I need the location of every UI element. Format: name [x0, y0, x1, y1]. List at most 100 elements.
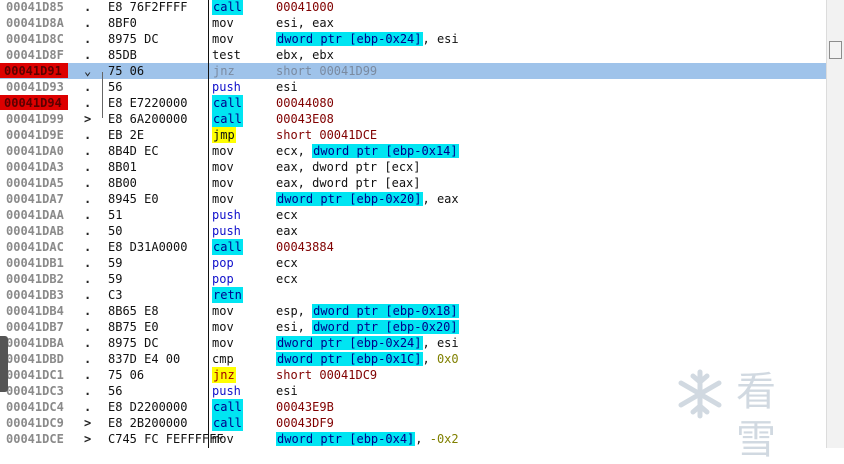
- flow-marker: .: [84, 48, 92, 62]
- operand-text: ,: [422, 352, 437, 366]
- jump-target[interactable]: short 00041DC9: [276, 368, 377, 382]
- address[interactable]: 00041DAC: [4, 239, 66, 254]
- address[interactable]: 00041DB1: [4, 255, 66, 270]
- code-line[interactable]: 00041DBD. 837D E4 00 cmp dword ptr [ebp-0x1…: [0, 351, 826, 367]
- code-line[interactable]: 00041DAB. 50 push eax: [0, 223, 826, 239]
- code-line[interactable]: 00041DBA. 8975 DC mov dword ptr [ebp-0x24],…: [0, 335, 826, 351]
- address[interactable]: 00041DC4: [4, 399, 66, 414]
- opcode-bytes: 56: [108, 384, 123, 398]
- flow-marker: .: [84, 368, 92, 382]
- address[interactable]: 00041DBD: [4, 351, 66, 366]
- operands: ecx, dword ptr [ebp-0x14]: [276, 143, 459, 159]
- breakpoint-address[interactable]: 00041D94: [0, 95, 68, 110]
- address[interactable]: 00041DB7: [4, 319, 66, 334]
- scrollbar-thumb[interactable]: [829, 41, 842, 59]
- code-line[interactable]: 00041DB7. 8B75 E0 mov esi, dword ptr [ebp-0…: [0, 319, 826, 335]
- code-line[interactable]: 00041D8C. 8975 DC mov dword ptr [ebp-0x24],…: [0, 31, 826, 47]
- address[interactable]: 00041DBA: [4, 335, 66, 350]
- code-line[interactable]: 00041DA5. 8B00 mov eax, dword ptr [eax]: [0, 175, 826, 191]
- address[interactable]: 00041DA0: [4, 143, 66, 158]
- jump-target[interactable]: 00043DF9: [276, 416, 334, 430]
- address[interactable]: 00041DB3: [4, 287, 66, 302]
- jump-target[interactable]: 00043884: [276, 240, 334, 254]
- code-line[interactable]: 00041DCE > C745 FC FEFFFFFF mov dword ptr [e…: [0, 431, 826, 447]
- jump-target[interactable]: 00043E08: [276, 112, 334, 126]
- code-line[interactable]: 00041DC3. 56 push esi: [0, 383, 826, 399]
- disassembly-listing[interactable]: 00041D85. E8 76F2FFFF call 00041000 00041D8A…: [0, 0, 826, 447]
- memory-operand: dword ptr [ebp-0x24]: [276, 32, 423, 46]
- operands: ecx: [276, 207, 298, 223]
- code-line[interactable]: 00041D99 > E8 6A200000 call 00043E08: [0, 111, 826, 127]
- code-line[interactable]: 00041DC4. E8 D2200000 call 00043E9B: [0, 399, 826, 415]
- code-line[interactable]: 00041DB4. 8B65 E8 mov esp, dword ptr [ebp-0…: [0, 303, 826, 319]
- code-line[interactable]: 00041DC1. 75 06 jnz short 00041DC9: [0, 367, 826, 383]
- operand-text: esi, eax: [276, 16, 334, 30]
- mnemonic: pop: [212, 272, 234, 286]
- address[interactable]: 00041D99: [4, 111, 66, 126]
- opcode-bytes: 837D E4 00: [108, 352, 181, 366]
- opcode-bytes: E8 6A200000: [108, 112, 188, 126]
- address[interactable]: 00041DC3: [4, 383, 66, 398]
- opcode-bytes: C745 FC FEFFFFFF: [108, 432, 224, 446]
- code-line[interactable]: 00041D94. E8 E7220000 call 00044080: [0, 95, 826, 111]
- address[interactable]: 00041DAA: [4, 207, 66, 222]
- jump-target[interactable]: 00041000: [276, 0, 334, 14]
- flow-marker: .: [84, 352, 92, 366]
- flow-marker: >: [84, 416, 92, 430]
- address[interactable]: 00041DCE: [4, 431, 66, 446]
- mnemonic: mov: [212, 144, 234, 158]
- opcode-bytes: 8975 DC: [108, 32, 159, 46]
- address[interactable]: 00041DAB: [4, 223, 66, 238]
- code-line[interactable]: 00041DA7. 8945 E0 mov dword ptr [ebp-0x20],…: [0, 191, 826, 207]
- opcode-bytes: E8 D31A0000: [108, 240, 188, 254]
- address[interactable]: 00041D85: [4, 0, 66, 14]
- opcode-bytes: 51: [108, 208, 123, 222]
- code-line[interactable]: 00041D9E. EB 2E jmp short 00041DCE: [0, 127, 826, 143]
- jump-target[interactable]: short 00041DCE: [276, 128, 377, 142]
- operands: 00043884: [276, 239, 334, 255]
- address[interactable]: 00041D93: [4, 79, 66, 94]
- address[interactable]: 00041D8C: [4, 31, 66, 46]
- mnemonic: call: [212, 0, 243, 15]
- panel-resize-handle[interactable]: [0, 336, 8, 392]
- code-line[interactable]: 00041DAA. 51 push ecx: [0, 207, 826, 223]
- code-line[interactable]: 00041DB1. 59 pop ecx: [0, 255, 826, 271]
- code-line[interactable]: 00041D93. 56 push esi: [0, 79, 826, 95]
- opcode-bytes: E8 76F2FFFF: [108, 0, 188, 14]
- code-line[interactable]: 00041D91 ⌄ 75 06 jnz short 00041D99: [0, 63, 826, 79]
- address[interactable]: 00041D8F: [4, 47, 66, 62]
- code-line[interactable]: 00041DB2. 59 pop ecx: [0, 271, 826, 287]
- address[interactable]: 00041DA7: [4, 191, 66, 206]
- code-line[interactable]: 00041D8F. 85DB test ebx, ebx: [0, 47, 826, 63]
- flow-marker: .: [84, 240, 92, 254]
- jump-target[interactable]: 00043E9B: [276, 400, 334, 414]
- mnemonic: push: [212, 80, 241, 94]
- code-line[interactable]: 00041D8A. 8BF0 mov esi, eax: [0, 15, 826, 31]
- mnemonic: mov: [212, 336, 234, 350]
- code-line[interactable]: 00041DC9 > E8 2B200000 call 00043DF9: [0, 415, 826, 431]
- address[interactable]: 00041DC1: [4, 367, 66, 382]
- code-line[interactable]: 00041DA3. 8B01 mov eax, dword ptr [ecx]: [0, 159, 826, 175]
- address[interactable]: 00041D9E: [4, 127, 66, 142]
- address[interactable]: 00041DA3: [4, 159, 66, 174]
- mnemonic: call: [212, 415, 243, 431]
- opcode-bytes: 75 06: [108, 368, 145, 382]
- mnemonic: call: [212, 399, 243, 415]
- code-line[interactable]: 00041DA0. 8B4D EC mov ecx, dword ptr [ebp-0…: [0, 143, 826, 159]
- address[interactable]: 00041DB2: [4, 271, 66, 286]
- address[interactable]: 00041DC9: [4, 415, 66, 430]
- code-line[interactable]: 00041DB3. C3 retn: [0, 287, 826, 303]
- address[interactable]: 00041DB4: [4, 303, 66, 318]
- memory-operand: dword ptr [ebp-0x1C]: [276, 352, 423, 366]
- jump-target[interactable]: 00044080: [276, 96, 334, 110]
- address[interactable]: 00041DA5: [4, 175, 66, 190]
- code-line[interactable]: 00041DAC. E8 D31A0000 call 00043884: [0, 239, 826, 255]
- code-line[interactable]: 00041D85. E8 76F2FFFF call 00041000: [0, 0, 826, 15]
- flow-marker: >: [84, 432, 92, 446]
- vertical-scrollbar[interactable]: [826, 0, 844, 448]
- breakpoint-address[interactable]: 00041D91: [0, 63, 68, 78]
- immediate-value: -0x2: [429, 432, 459, 446]
- address[interactable]: 00041D8A: [4, 15, 66, 30]
- opcode-bytes: 8B01: [108, 160, 137, 174]
- flow-marker: .: [84, 176, 92, 190]
